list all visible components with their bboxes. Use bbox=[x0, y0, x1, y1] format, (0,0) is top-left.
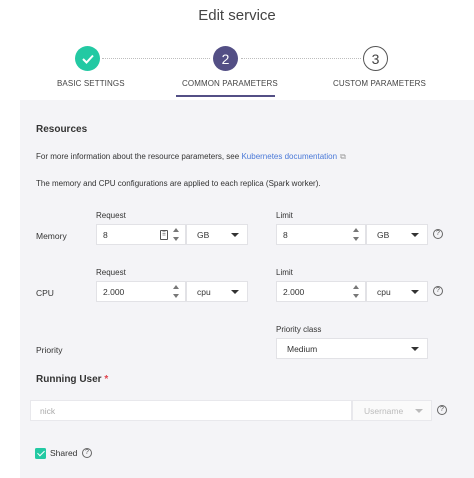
memory-limit-unit-select[interactable]: GB bbox=[366, 224, 428, 245]
running-user-heading-text: Running User bbox=[36, 374, 102, 385]
active-step-indicator bbox=[176, 95, 275, 97]
memory-limit-value: 8 bbox=[283, 229, 288, 240]
cpu-request-unit: cpu bbox=[197, 286, 211, 297]
cpu-request-value: 2.000 bbox=[103, 286, 125, 297]
priority-class-value: Medium bbox=[287, 343, 318, 354]
required-mark: * bbox=[104, 374, 109, 385]
shared-help-icon[interactable]: ? bbox=[82, 448, 92, 458]
memory-help-icon[interactable]: ? bbox=[433, 229, 443, 239]
memory-request-value: 8 bbox=[103, 229, 108, 240]
memory-request-label: Request bbox=[96, 211, 126, 220]
chevron-down-icon bbox=[415, 409, 423, 413]
step-2-circle[interactable]: 2 bbox=[213, 46, 238, 71]
shared-checkbox[interactable] bbox=[35, 448, 46, 459]
memory-limit-unit: GB bbox=[377, 229, 390, 240]
cpu-label: CPU bbox=[36, 288, 54, 298]
user-type-value: Username bbox=[364, 405, 404, 416]
wizard-stepper: 2 3 BASIC SETTINGS COMMON PARAMETERS CUS… bbox=[0, 44, 474, 100]
replica-info-text: The memory and CPU configurations are ap… bbox=[36, 179, 321, 188]
user-type-select[interactable]: Username bbox=[352, 400, 432, 421]
stepper-arrows-icon[interactable] bbox=[173, 285, 180, 298]
step-1-check-icon[interactable] bbox=[75, 46, 100, 71]
chevron-down-icon bbox=[411, 233, 419, 237]
priority-class-label: Priority class bbox=[276, 325, 322, 334]
cpu-limit-value: 2.000 bbox=[283, 286, 305, 297]
page-title: Edit service bbox=[198, 7, 276, 24]
cpu-limit-label: Limit bbox=[276, 268, 293, 277]
stepper-arrows-icon[interactable] bbox=[353, 285, 360, 298]
cpu-limit-unit-select[interactable]: cpu bbox=[366, 281, 428, 302]
stepper-arrows-icon[interactable] bbox=[173, 228, 180, 241]
info-prefix: For more information about the resource … bbox=[36, 152, 240, 161]
priority-label: Priority bbox=[36, 345, 63, 355]
chevron-down-icon bbox=[231, 290, 239, 294]
cpu-request-label: Request bbox=[96, 268, 126, 277]
cpu-request-unit-select[interactable]: cpu bbox=[186, 281, 248, 302]
priority-class-select[interactable]: Medium bbox=[276, 338, 428, 359]
running-user-heading: Running User * bbox=[36, 374, 108, 385]
kubernetes-docs-link[interactable]: Kubernetes documentation bbox=[241, 152, 337, 161]
memory-request-unit: GB bbox=[197, 229, 210, 240]
step-3-circle[interactable]: 3 bbox=[363, 46, 388, 71]
step-label-basic-settings[interactable]: BASIC SETTINGS bbox=[57, 79, 125, 88]
memory-label: Memory bbox=[36, 231, 67, 241]
cpu-request-input[interactable]: 2.000 bbox=[96, 281, 186, 302]
shared-label[interactable]: Shared bbox=[50, 448, 77, 458]
cpu-limit-unit: cpu bbox=[377, 286, 391, 297]
running-user-help-icon[interactable]: ? bbox=[437, 405, 447, 415]
step-connector bbox=[102, 58, 210, 59]
cpu-limit-input[interactable]: 2.000 bbox=[276, 281, 366, 302]
external-link-icon[interactable]: ⧉ bbox=[340, 152, 346, 161]
resources-info-text: For more information about the resource … bbox=[36, 152, 346, 162]
chevron-down-icon bbox=[231, 233, 239, 237]
memory-limit-input[interactable]: 8 bbox=[276, 224, 366, 245]
chevron-down-icon bbox=[411, 347, 419, 351]
stepper-arrows-icon[interactable] bbox=[353, 228, 360, 241]
chevron-down-icon bbox=[411, 290, 419, 294]
cpu-help-icon[interactable]: ? bbox=[433, 286, 443, 296]
step-label-custom-parameters[interactable]: CUSTOM PARAMETERS bbox=[333, 79, 426, 88]
resources-heading: Resources bbox=[36, 124, 88, 135]
memory-request-unit-select[interactable]: GB bbox=[186, 224, 248, 245]
running-user-input[interactable]: nick bbox=[30, 400, 352, 421]
memory-request-input[interactable]: 8 ⠿ bbox=[96, 224, 186, 245]
check-icon bbox=[81, 54, 94, 64]
step-connector bbox=[241, 58, 361, 59]
memory-limit-label: Limit bbox=[276, 211, 293, 220]
keyboard-icon: ⠿ bbox=[160, 230, 168, 240]
step-label-common-parameters[interactable]: COMMON PARAMETERS bbox=[182, 79, 278, 88]
